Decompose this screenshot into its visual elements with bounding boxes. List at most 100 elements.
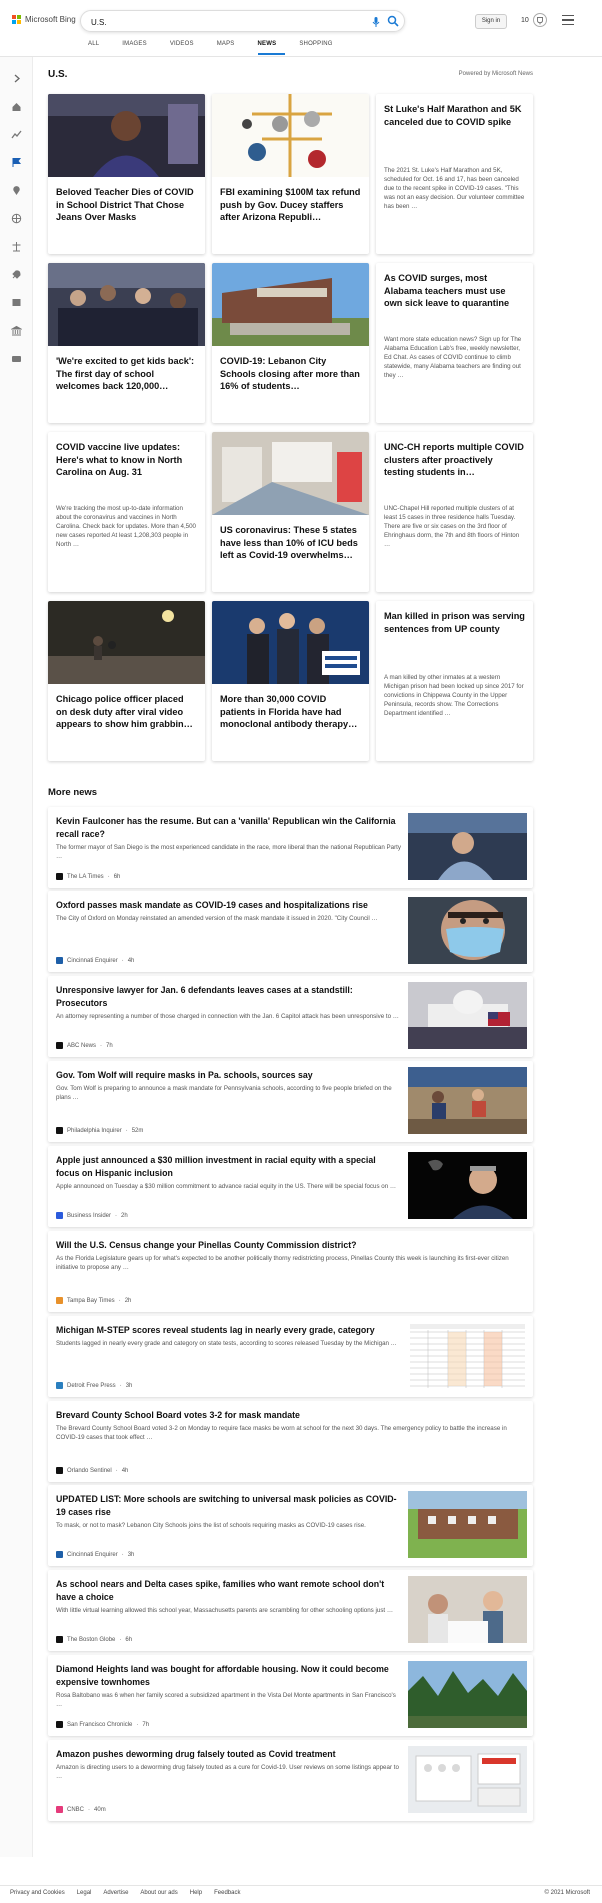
- more-news-image[interactable]: [408, 1067, 527, 1134]
- footer-link[interactable]: About our ads: [140, 1890, 177, 1896]
- news-card[interactable]: US coronavirus: These 5 states have less…: [212, 432, 369, 592]
- bank-icon[interactable]: [10, 323, 23, 336]
- news-card-image[interactable]: [212, 94, 369, 177]
- more-news-title[interactable]: Diamond Heights land was bought for affo…: [56, 1663, 401, 1689]
- news-card-image[interactable]: [212, 263, 369, 346]
- news-card[interactable]: FBI examining $100M tax refund push by G…: [212, 94, 369, 254]
- footer-link[interactable]: Advertise: [103, 1890, 128, 1896]
- news-card-title[interactable]: Chicago police officer placed on desk du…: [56, 693, 197, 731]
- news-card-image[interactable]: [48, 263, 205, 346]
- news-card-title[interactable]: 'We're excited to get kids back': The fi…: [56, 355, 197, 393]
- news-card-image[interactable]: [212, 432, 369, 515]
- more-news-item[interactable]: Apple just announced a $30 million inves…: [48, 1146, 533, 1227]
- news-card-title[interactable]: St Luke's Half Marathon and 5K canceled …: [384, 103, 525, 128]
- footer-link[interactable]: Privacy and Cookies: [10, 1890, 65, 1896]
- more-news-title[interactable]: Will the U.S. Census change your Pinella…: [56, 1239, 521, 1252]
- news-card[interactable]: 'We're excited to get kids back': The fi…: [48, 263, 205, 423]
- left-sidebar: [0, 57, 33, 1857]
- more-news-title[interactable]: Michigan M-STEP scores reveal students l…: [56, 1324, 401, 1337]
- more-news-image[interactable]: [408, 1576, 527, 1643]
- location-icon[interactable]: [11, 183, 22, 195]
- news-card-title[interactable]: As COVID surges, most Alabama teachers m…: [384, 272, 525, 310]
- tab-images[interactable]: IMAGES: [122, 38, 156, 55]
- news-card-title[interactable]: COVID vaccine live updates: Here's what …: [56, 441, 197, 479]
- news-card-image[interactable]: [212, 601, 369, 684]
- tab-news[interactable]: NEWS: [257, 38, 286, 55]
- rewards-points[interactable]: 10: [521, 14, 529, 28]
- more-news-image[interactable]: [408, 813, 527, 880]
- more-news-item[interactable]: UPDATED LIST: More schools are switching…: [48, 1485, 533, 1566]
- news-card-title[interactable]: UNC-CH reports multiple COVID clusters a…: [384, 441, 525, 479]
- more-news-image[interactable]: [408, 1661, 527, 1728]
- rewards-trophy-icon[interactable]: [533, 13, 547, 27]
- footer-link[interactable]: Help: [190, 1890, 202, 1896]
- home-icon[interactable]: [11, 99, 22, 111]
- news-card-title[interactable]: FBI examining $100M tax refund push by G…: [220, 186, 361, 224]
- news-card[interactable]: Beloved Teacher Dies of COVID in School …: [48, 94, 205, 254]
- tab-shopping[interactable]: SHOPPING: [299, 38, 341, 55]
- news-card[interactable]: More than 30,000 COVID patients in Flori…: [212, 601, 369, 761]
- more-news-title[interactable]: Gov. Tom Wolf will require masks in Pa. …: [56, 1069, 401, 1082]
- more-news-title[interactable]: UPDATED LIST: More schools are switching…: [56, 1493, 401, 1519]
- news-card-title[interactable]: Man killed in prison was serving sentenc…: [384, 610, 525, 635]
- news-card[interactable]: St Luke's Half Marathon and 5K canceled …: [376, 94, 533, 254]
- news-card[interactable]: COVID vaccine live updates: Here's what …: [48, 432, 205, 592]
- news-card[interactable]: Man killed in prison was serving sentenc…: [376, 601, 533, 761]
- news-card-snippet: Want more state education news? Sign up …: [384, 336, 522, 379]
- more-news-title[interactable]: As school nears and Delta cases spike, f…: [56, 1578, 401, 1604]
- globe-icon[interactable]: [11, 211, 22, 224]
- news-card[interactable]: As COVID surges, most Alabama teachers m…: [376, 263, 533, 423]
- more-news-title[interactable]: Brevard County School Board votes 3-2 fo…: [56, 1409, 521, 1422]
- more-news-image[interactable]: [408, 1746, 527, 1813]
- search-input[interactable]: [91, 15, 361, 29]
- more-news-title[interactable]: Oxford passes mask mandate as COVID-19 c…: [56, 899, 401, 912]
- more-news-title[interactable]: Kevin Faulconer has the resume. But can …: [56, 815, 401, 841]
- news-card-title[interactable]: COVID-19: Lebanon City Schools closing a…: [220, 355, 361, 393]
- search-icon[interactable]: [387, 15, 399, 27]
- news-card[interactable]: UNC-CH reports multiple COVID clusters a…: [376, 432, 533, 592]
- footer-link[interactable]: Legal: [77, 1890, 92, 1896]
- source-name: Cincinnati Enquirer: [67, 1551, 118, 1558]
- sign-in-button[interactable]: Sign in: [475, 14, 507, 29]
- tab-videos[interactable]: VIDEOS: [170, 38, 203, 55]
- flag-icon[interactable]: [11, 155, 22, 167]
- news-card-title[interactable]: More than 30,000 COVID patients in Flori…: [220, 693, 361, 731]
- more-news-image[interactable]: [408, 897, 527, 964]
- more-news-image[interactable]: [408, 1491, 527, 1558]
- news-card[interactable]: COVID-19: Lebanon City Schools closing a…: [212, 263, 369, 423]
- card-icon[interactable]: [11, 351, 22, 362]
- more-news-item[interactable]: Kevin Faulconer has the resume. But can …: [48, 807, 533, 888]
- footer-link[interactable]: Feedback: [214, 1890, 240, 1896]
- more-news-title[interactable]: Amazon pushes deworming drug falsely tou…: [56, 1748, 401, 1761]
- more-news-item[interactable]: Brevard County School Board votes 3-2 fo…: [48, 1401, 533, 1482]
- more-news-title[interactable]: Unresponsive lawyer for Jan. 6 defendant…: [56, 984, 401, 1010]
- news-card-image[interactable]: [48, 601, 205, 684]
- more-news-title[interactable]: Apple just announced a $30 million inves…: [56, 1154, 401, 1180]
- bing-logo[interactable]: Microsoft Bing: [12, 15, 76, 24]
- news-card-image[interactable]: [48, 94, 205, 177]
- rocket-icon[interactable]: [11, 267, 22, 279]
- more-news-item[interactable]: As school nears and Delta cases spike, f…: [48, 1570, 533, 1651]
- more-news-item[interactable]: Amazon pushes deworming drug falsely tou…: [48, 1740, 533, 1821]
- more-news-image[interactable]: [408, 982, 527, 1049]
- more-news-item[interactable]: Gov. Tom Wolf will require masks in Pa. …: [48, 1061, 533, 1142]
- more-news-item[interactable]: Oxford passes mask mandate as COVID-19 c…: [48, 891, 533, 972]
- trending-icon[interactable]: [11, 127, 22, 139]
- more-news-image[interactable]: [408, 1322, 527, 1389]
- more-news-item[interactable]: Will the U.S. Census change your Pinella…: [48, 1231, 533, 1312]
- more-news-item[interactable]: Unresponsive lawyer for Jan. 6 defendant…: [48, 976, 533, 1057]
- scales-icon[interactable]: [11, 239, 22, 252]
- microphone-icon[interactable]: [370, 16, 382, 28]
- news-card-title[interactable]: US coronavirus: These 5 states have less…: [220, 524, 361, 562]
- tab-all[interactable]: ALL: [88, 38, 108, 55]
- more-news-item[interactable]: Diamond Heights land was bought for affo…: [48, 1655, 533, 1736]
- news-card-title[interactable]: Beloved Teacher Dies of COVID in School …: [56, 186, 197, 224]
- news-card[interactable]: Chicago police officer placed on desk du…: [48, 601, 205, 761]
- menu-icon[interactable]: [562, 15, 574, 25]
- expand-icon[interactable]: [11, 71, 22, 83]
- copyright: © 2021 Microsoft: [544, 1890, 590, 1896]
- more-news-image[interactable]: [408, 1152, 527, 1219]
- tab-maps[interactable]: MAPS: [217, 38, 244, 55]
- more-news-item[interactable]: Michigan M-STEP scores reveal students l…: [48, 1316, 533, 1397]
- film-icon[interactable]: [11, 295, 22, 306]
